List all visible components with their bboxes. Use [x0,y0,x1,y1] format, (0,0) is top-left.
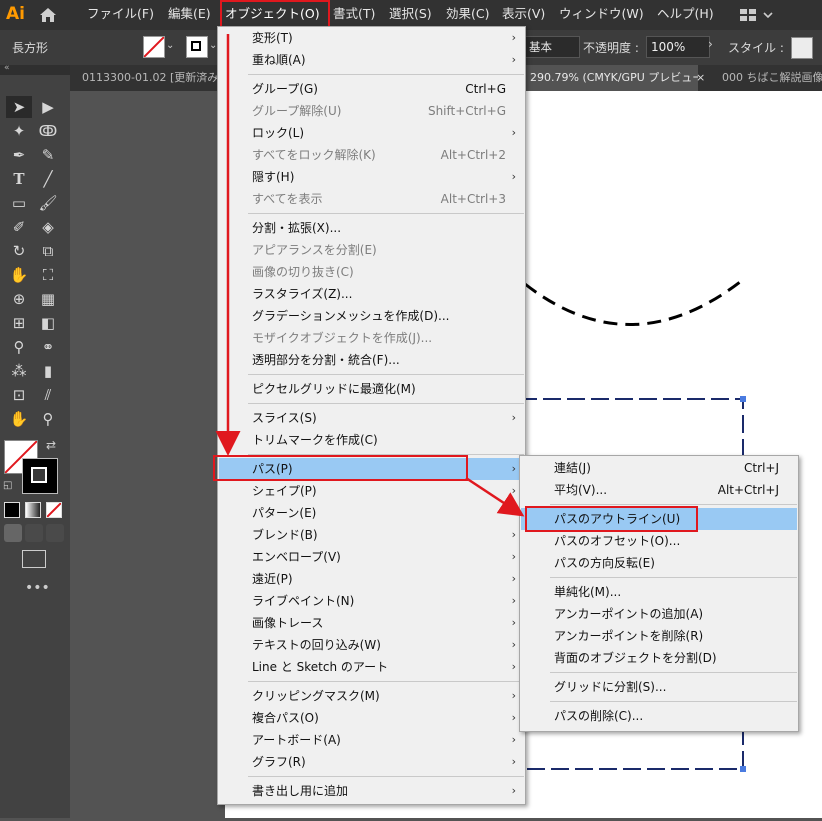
annotation-arrows [215,34,525,517]
